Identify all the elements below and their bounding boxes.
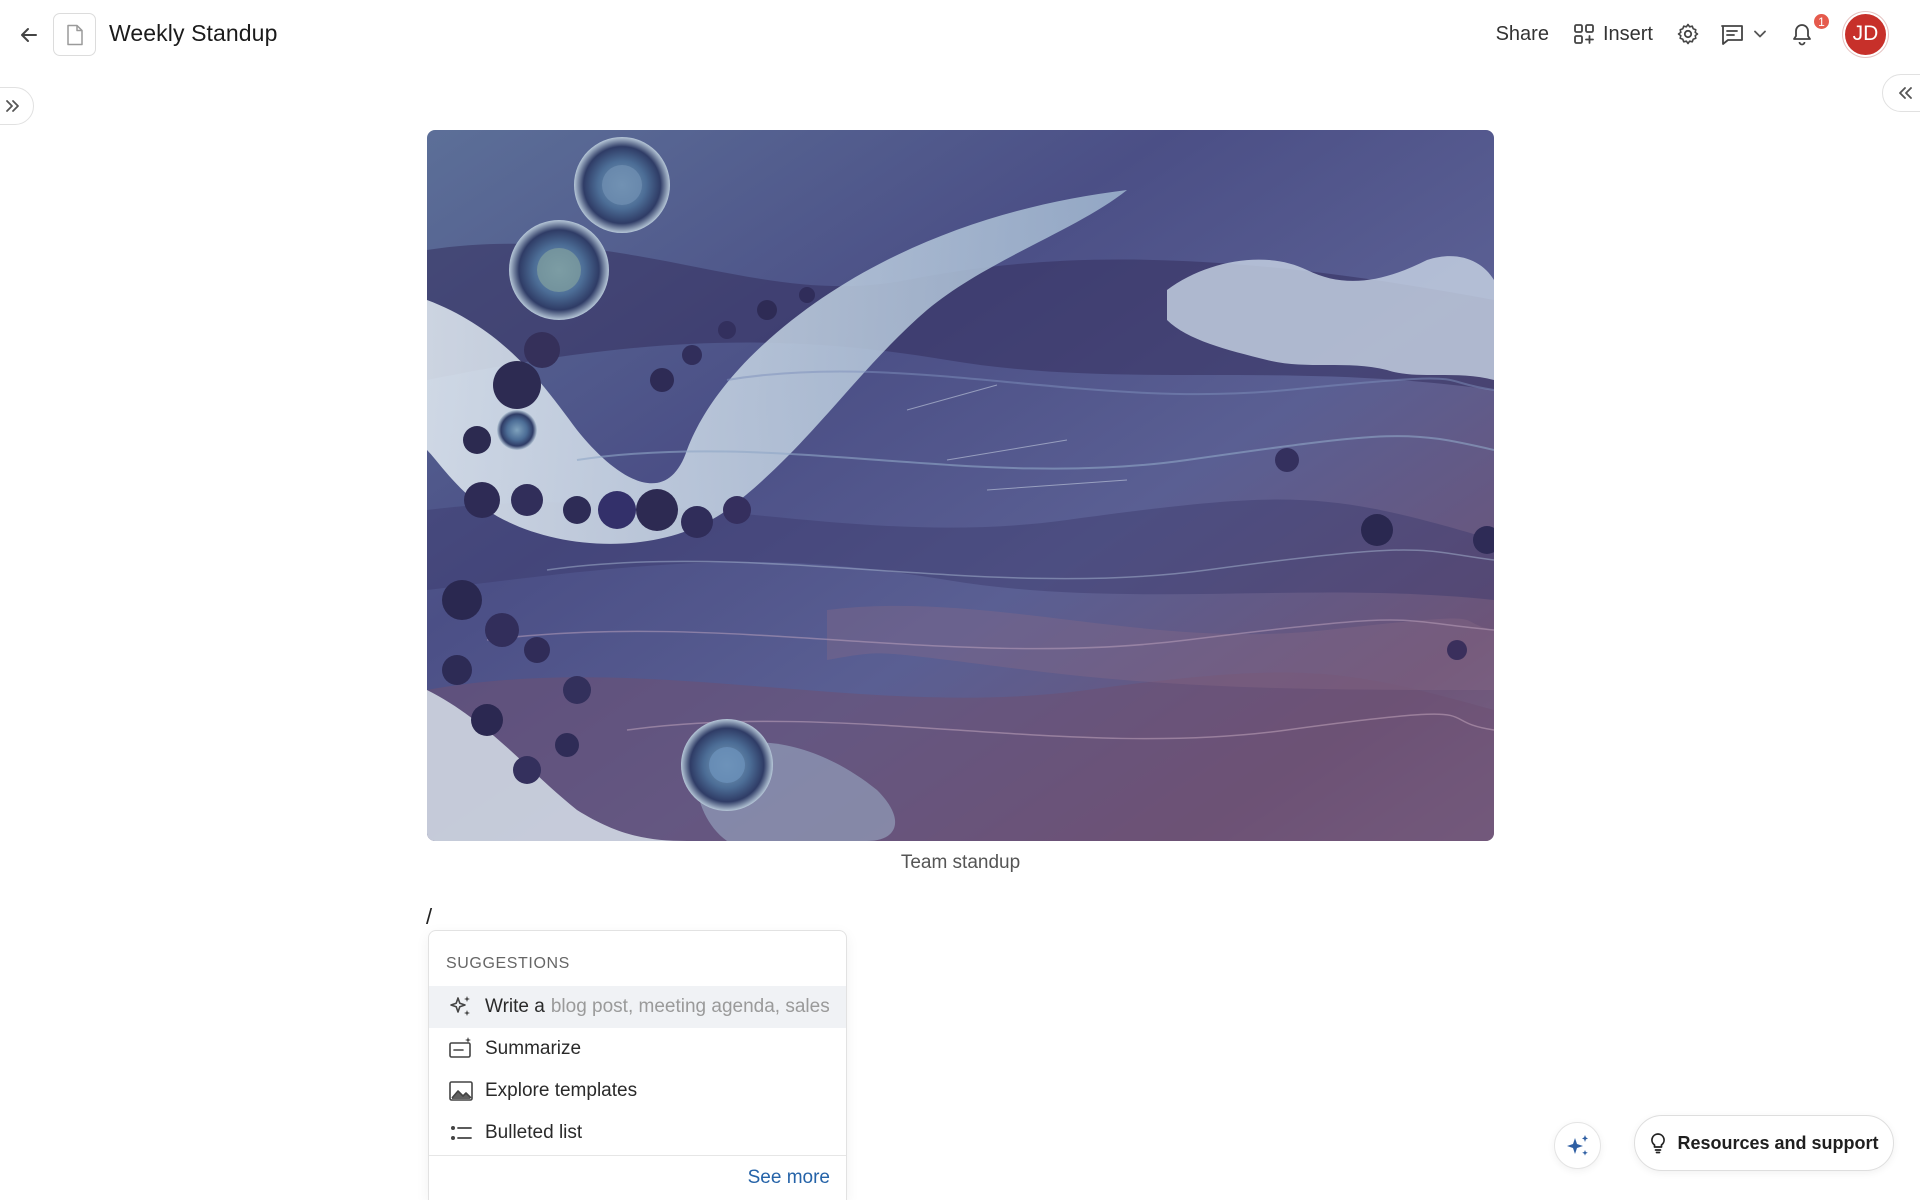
- ai-assistant-button[interactable]: [1554, 1122, 1601, 1169]
- document-icon-button[interactable]: [53, 13, 96, 56]
- settings-button[interactable]: [1671, 17, 1705, 51]
- double-chevron-left-icon: [1899, 87, 1912, 99]
- editor-typed-text[interactable]: /: [426, 904, 432, 930]
- image-icon: [447, 1077, 475, 1105]
- document-icon: [66, 24, 83, 45]
- top-bar: Weekly Standup Share Insert 1 JD: [0, 0, 1920, 68]
- resources-and-support-button[interactable]: Resources and support: [1634, 1115, 1894, 1171]
- gear-icon: [1677, 23, 1699, 45]
- resources-label: Resources and support: [1677, 1132, 1879, 1153]
- comment-icon: [1721, 25, 1743, 45]
- notification-badge: 1: [1812, 12, 1831, 31]
- sparkles-icon: [1566, 1134, 1588, 1156]
- menu-item-explore-templates[interactable]: Explore templates: [429, 1070, 846, 1112]
- document-title[interactable]: Weekly Standup: [109, 20, 277, 47]
- menu-heading: SUGGESTIONS: [446, 955, 570, 972]
- menu-footer: See more: [429, 1155, 846, 1200]
- back-arrow-icon: [21, 28, 37, 42]
- avatar[interactable]: JD: [1845, 13, 1886, 55]
- menu-item-label: Bulleted list: [485, 1122, 583, 1143]
- menu-item-hint: blog post, meeting agenda, sales: [550, 996, 830, 1017]
- grid-icon: [1574, 24, 1594, 44]
- top-actions: Share Insert 1 JD: [1496, 12, 1886, 56]
- menu-item-summarize[interactable]: Summarize: [429, 1028, 846, 1070]
- share-button[interactable]: Share: [1496, 23, 1549, 46]
- see-more-link[interactable]: See more: [748, 1167, 830, 1189]
- image-caption[interactable]: Team standup: [427, 852, 1494, 874]
- lightbulb-icon: [1651, 1133, 1666, 1154]
- menu-item-bulleted-list[interactable]: Bulleted list: [429, 1112, 846, 1154]
- cover-image[interactable]: [427, 130, 1494, 841]
- insert-button[interactable]: Insert: [1573, 23, 1653, 46]
- sparkles-icon: [447, 993, 475, 1021]
- menu-item-write[interactable]: Write a blog post, meeting agenda, sales: [429, 986, 846, 1028]
- back-button[interactable]: [14, 20, 44, 50]
- notifications-button[interactable]: 1: [1785, 12, 1831, 51]
- chevron-down-icon: [1754, 30, 1766, 38]
- insert-label: Insert: [1602, 22, 1653, 45]
- bell-icon: [1793, 24, 1811, 46]
- bulleted-list-icon: [447, 1119, 475, 1147]
- expand-left-sidebar-button[interactable]: [0, 87, 34, 125]
- double-chevron-right-icon: [6, 100, 19, 112]
- comments-button[interactable]: [1715, 17, 1749, 51]
- expand-right-sidebar-button[interactable]: [1882, 74, 1920, 112]
- comments-dropdown-button[interactable]: [1751, 17, 1769, 51]
- menu-item-label: Summarize: [485, 1038, 582, 1059]
- slash-command-menu: SUGGESTIONS Write a blog post, meeting a…: [428, 930, 847, 1200]
- fluid-art-illustration: [427, 130, 1494, 841]
- summarize-icon: [447, 1035, 475, 1063]
- menu-item-label: Write a: [485, 996, 545, 1017]
- menu-item-label: Explore templates: [485, 1080, 638, 1101]
